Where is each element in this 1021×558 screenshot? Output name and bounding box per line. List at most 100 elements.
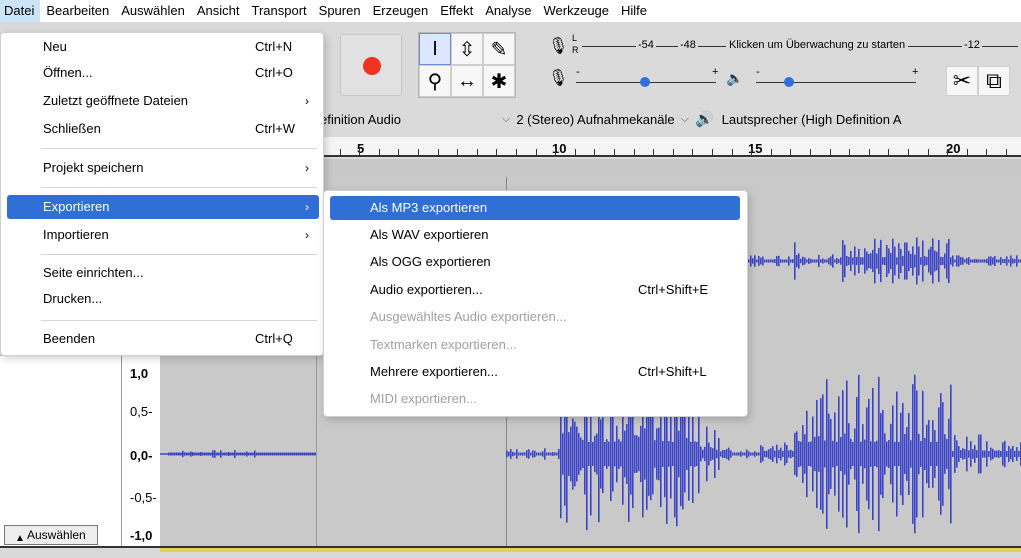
menu-analyse[interactable]: Analyse [479,0,537,22]
chevron-down-icon[interactable]: ⌵ [502,113,510,126]
track-select-label: Auswählen [27,528,86,542]
record-button[interactable] [340,34,402,96]
menu-bearbeiten[interactable]: Bearbeiten [40,0,115,22]
waveform-sample [924,437,926,471]
waveform-sample [1006,450,1008,458]
copy-icon[interactable]: ⧉ [978,66,1010,96]
recording-meter[interactable]: 🎙 L R -54 -48 Klicken um Überwachung zu … [540,30,1021,62]
waveform-sample [856,397,858,511]
waveform-sample [904,433,906,475]
waveform-sample [256,452,258,456]
menu-item-seite-einrichten[interactable]: Seite einrichten... [7,261,319,285]
ruler-tick [712,149,713,155]
waveform-sample [918,246,920,276]
menu-item-schliessen[interactable]: Schließen Ctrl+W [7,117,319,141]
menu-item-exportieren[interactable]: Exportieren › [7,195,319,219]
waveform-sample [926,256,928,266]
waveform-sample [898,441,900,467]
chevron-down-icon[interactable]: ⌵ [681,113,689,126]
menu-item-export-wav[interactable]: Als WAV exportieren [330,223,740,247]
waveform-sample [896,391,898,517]
waveform-sample [750,452,752,456]
waveform-sample [752,258,754,264]
menu-item-recent[interactable]: Zuletzt geöffnete Dateien › [7,89,319,113]
waveform-sample [892,238,894,284]
menu-item-export-selected: Ausgewähltes Audio exportieren... [330,305,740,329]
menu-item-label: Seite einrichten... [43,265,144,280]
waveform-sample [212,450,214,458]
menu-item-beenden[interactable]: Beenden Ctrl+Q [7,327,319,351]
waveform-sample [866,407,868,501]
menu-ansicht[interactable]: Ansicht [191,0,246,22]
menu-spuren[interactable]: Spuren [313,0,367,22]
menu-werkzeuge[interactable]: Werkzeuge [538,0,616,22]
multi-tool-icon[interactable]: ✱ [483,65,515,97]
waveform-sample [832,254,834,268]
waveform-sample [878,376,880,532]
waveform-sample [964,259,966,263]
zoom-tool-icon[interactable]: ⚲ [419,65,451,97]
cut-icon[interactable]: ✂ [946,66,978,96]
output-volume-knob[interactable] [784,77,794,87]
waveform-sample [884,433,886,475]
menu-item-export-audio[interactable]: Audio exportieren... Ctrl+Shift+E [330,278,740,302]
waveform-sample [208,452,210,456]
menu-hilfe[interactable]: Hilfe [615,0,653,22]
input-volume-knob[interactable] [640,77,650,87]
menu-datei[interactable]: Datei [0,0,41,22]
waveform-sample [242,452,244,456]
waveform-sample [920,257,922,265]
waveform-sample [818,436,820,472]
menu-transport[interactable]: Transport [246,0,313,22]
waveform-sample [758,452,760,456]
menu-item-label: Beenden [43,331,96,346]
waveform-sample [872,387,874,521]
waveform-sample [914,254,916,268]
output-volume-track[interactable] [756,82,916,83]
waveform-sample [886,441,888,467]
menu-item-drucken[interactable]: Drucken... [7,287,319,311]
menu-item-oeffnen[interactable]: Öffnen... Ctrl+O [7,61,319,85]
draw-tool-icon[interactable]: ✎ [483,33,515,65]
waveform-sample [552,452,554,456]
waveform-sample [910,440,912,468]
waveform-sample [938,407,940,501]
waveform-sample [534,450,536,458]
menu-item-export-mp3[interactable]: Als MP3 exportieren [330,196,740,220]
waveform-sample [608,441,610,467]
track-select-button[interactable]: ▲ Auswählen [4,525,98,545]
menu-item-projekt-speichern[interactable]: Projekt speichern › [7,156,319,180]
waveform-sample [966,436,968,472]
menu-item-export-multiple[interactable]: Mehrere exportieren... Ctrl+Shift+L [330,360,740,384]
waveform-sample [650,407,652,501]
menu-erzeugen[interactable]: Erzeugen [367,0,435,22]
waveform-sample [600,419,602,489]
audio-host-select[interactable]: efinition Audio [320,112,490,127]
envelope-tool-icon[interactable]: ⇳ [451,33,483,65]
microphone-icon: 🎙 [548,38,569,55]
menu-item-export-ogg[interactable]: Als OGG exportieren [330,250,740,274]
selection-tool-icon[interactable]: I [419,33,451,65]
waveform-sample [524,452,526,456]
timeshift-tool-icon[interactable]: ↔ [451,65,483,97]
menu-effekt[interactable]: Effekt [434,0,479,22]
waveform-sample [952,450,954,458]
waveform-sample [508,451,510,457]
menu-item-importieren[interactable]: Importieren › [7,223,319,247]
recording-channels-select[interactable]: 2 (Stereo) Aufnahmekanäle [516,112,674,127]
waveform-sample [810,258,812,264]
waveform-sample [948,238,950,284]
waveform-sample [754,255,756,267]
waveform-sample [568,432,570,476]
waveform-sample [774,258,776,264]
ruler-tick [928,149,929,155]
waveform-sample [248,452,250,456]
menu-item-neu[interactable]: Neu Ctrl+N [7,35,319,59]
waveform-sample [190,451,192,457]
menu-auswaehlen[interactable]: Auswählen [115,0,191,22]
timeline-ruler[interactable]: 5 10 15 20 [320,137,1021,157]
monitor-message[interactable]: Klicken um Überwachung zu starten [726,39,909,51]
playback-device-select[interactable]: Lautsprecher (High Definition A [722,112,902,127]
waveform-sample [662,441,664,467]
waveform-sample [882,257,884,265]
